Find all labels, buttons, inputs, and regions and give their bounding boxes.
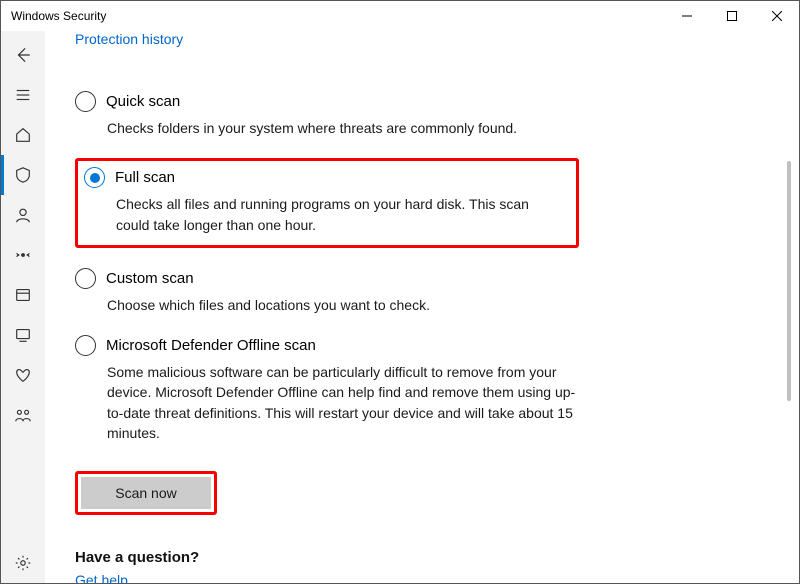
quick-scan-desc: Checks folders in your system where thre… — [75, 112, 577, 138]
window-title: Windows Security — [11, 9, 106, 23]
radio-custom-scan[interactable] — [75, 268, 96, 289]
radio-quick-scan[interactable] — [75, 91, 96, 112]
custom-scan-desc: Choose which files and locations you wan… — [75, 289, 577, 315]
app-browser-icon[interactable] — [1, 275, 45, 315]
get-help-link[interactable]: Get help — [75, 572, 128, 583]
device-security-icon[interactable] — [1, 315, 45, 355]
have-a-question-label: Have a question? — [75, 549, 759, 566]
quick-scan-label: Quick scan — [106, 93, 180, 110]
radio-full-scan[interactable] — [84, 167, 105, 188]
back-button[interactable] — [1, 35, 45, 75]
scan-now-button[interactable]: Scan now — [81, 477, 211, 509]
radio-offline-scan[interactable] — [75, 335, 96, 356]
offline-scan-desc: Some malicious software can be particula… — [75, 356, 577, 443]
maximize-button[interactable] — [709, 1, 754, 31]
sidebar — [1, 31, 45, 583]
full-scan-desc: Checks all files and running programs on… — [84, 188, 564, 235]
full-scan-highlight: Full scan Checks all files and running p… — [75, 158, 579, 248]
account-icon[interactable] — [1, 195, 45, 235]
menu-icon[interactable] — [1, 75, 45, 115]
title-bar: Windows Security — [1, 1, 799, 31]
close-button[interactable] — [754, 1, 799, 31]
home-icon[interactable] — [1, 115, 45, 155]
main-content: Protection history Quick scan Checks fol… — [45, 31, 799, 583]
family-icon[interactable] — [1, 395, 45, 435]
offline-scan-label: Microsoft Defender Offline scan — [106, 337, 316, 354]
scrollbar-thumb[interactable] — [787, 161, 791, 401]
shield-icon[interactable] — [1, 155, 45, 195]
firewall-icon[interactable] — [1, 235, 45, 275]
settings-icon[interactable] — [1, 543, 45, 583]
scan-button-highlight: Scan now — [75, 471, 217, 515]
scrollbar[interactable] — [783, 61, 799, 583]
protection-history-link[interactable]: Protection history — [75, 31, 183, 47]
device-health-icon[interactable] — [1, 355, 45, 395]
custom-scan-label: Custom scan — [106, 270, 194, 287]
minimize-button[interactable] — [664, 1, 709, 31]
full-scan-label: Full scan — [115, 169, 175, 186]
